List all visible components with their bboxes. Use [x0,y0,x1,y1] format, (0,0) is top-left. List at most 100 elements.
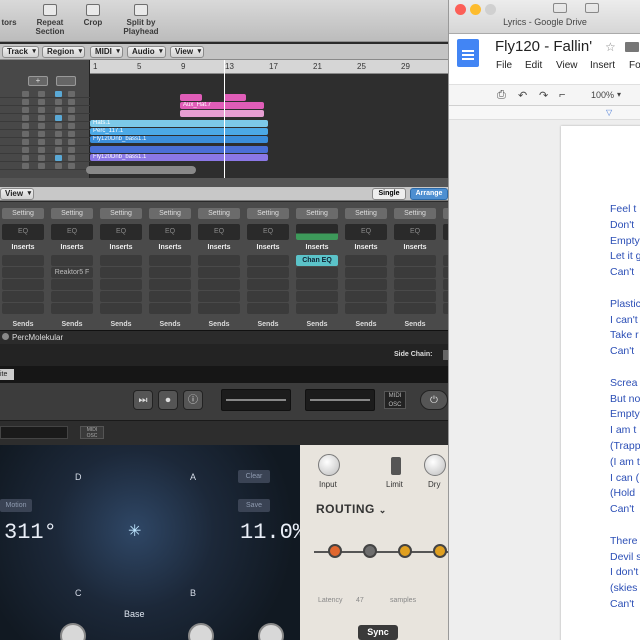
menu-edit[interactable]: Edit [525,60,542,71]
record-button[interactable] [55,155,62,161]
inserts-label[interactable]: Inserts [198,242,240,253]
insert-slot[interactable] [51,303,93,314]
eq-display[interactable]: EQ [247,224,289,240]
insert-slot[interactable] [51,291,93,302]
input-monitor-button[interactable] [68,163,75,169]
region-hats[interactable]: Hats.1 [90,120,268,127]
region-menu[interactable]: Region [42,46,86,58]
insert-slot[interactable] [394,267,436,278]
share-icon[interactable] [553,3,567,13]
audio-menu[interactable]: Audio [127,46,166,58]
sync-button[interactable]: Sync [358,625,398,640]
sends-label[interactable]: Sends [198,319,240,330]
eq-display[interactable]: EQ [394,224,436,240]
solo-button[interactable] [38,107,45,113]
insert-chan-eq[interactable]: Chan EQ [296,255,338,266]
insert-slot[interactable] [2,303,44,314]
solo-button[interactable] [38,115,45,121]
insert-slot[interactable] [2,255,44,266]
close-icon[interactable] [455,4,466,15]
input-knob[interactable] [318,454,340,476]
sends-label[interactable]: Sends [149,319,191,330]
document-title[interactable]: Fly120 - Fallin' [495,38,592,55]
insert-slot[interactable] [2,267,44,278]
insert-slot[interactable] [345,255,387,266]
insert-slot[interactable] [100,303,142,314]
setting-button[interactable]: Setting [149,208,191,219]
record-button[interactable] [55,139,62,145]
solo-button[interactable] [38,155,45,161]
view-menu[interactable]: View [170,46,205,58]
level-meter[interactable] [305,389,375,411]
solo-button[interactable] [38,131,45,137]
inserts-label[interactable]: Inserts [2,242,44,253]
routing-node[interactable] [398,544,412,558]
solo-button[interactable] [38,99,45,105]
inserts-label[interactable]: Inserts [51,242,93,253]
insert-reaktor[interactable]: Reaktor5 F [51,267,93,278]
track-header[interactable] [0,162,90,170]
clear-button[interactable]: Clear [238,470,270,483]
solo-button[interactable] [38,123,45,129]
setting-button[interactable]: Setting [394,208,436,219]
track-header[interactable] [0,106,90,114]
insert-slot[interactable] [345,279,387,290]
power-icon[interactable] [2,333,9,340]
zoom-icon[interactable] [485,4,496,15]
level-meter[interactable] [221,389,291,411]
insert-slot[interactable] [394,279,436,290]
sends-label[interactable]: Sends [51,319,93,330]
mute-button[interactable] [22,91,29,97]
solo-button[interactable] [38,147,45,153]
eq-display[interactable]: EQ [2,224,44,240]
mute-button[interactable] [22,155,29,161]
insert-slot[interactable] [247,255,289,266]
insert-slot[interactable] [100,279,142,290]
indent-marker-icon[interactable]: ▽ [606,108,612,117]
mute-button[interactable] [22,131,29,137]
record-button[interactable] [55,115,62,121]
insert-slot[interactable] [345,267,387,278]
record-button[interactable] [55,91,62,97]
solo-button[interactable] [38,91,45,97]
folder-icon[interactable] [625,42,639,52]
record-button[interactable] [55,107,62,113]
sends-label[interactable]: Sends [394,319,436,330]
insert-slot[interactable] [198,303,240,314]
bar-ruler[interactable]: 1 5 9 13 17 21 25 29 [90,60,448,74]
menu-file[interactable]: File [496,60,512,71]
insert-slot[interactable] [394,255,436,266]
insert-slot[interactable] [198,255,240,266]
routing-title[interactable]: ROUTING ⌄ [316,502,387,516]
sends-label[interactable]: Sends [345,319,387,330]
horizontal-scrollbar[interactable] [86,166,196,174]
insert-slot[interactable] [296,303,338,314]
insert-slot[interactable] [247,279,289,290]
tabs-icon[interactable] [585,3,599,13]
input-monitor-button[interactable] [68,139,75,145]
input-monitor-button[interactable] [68,91,75,97]
track-header[interactable] [0,98,90,106]
mute-button[interactable] [22,99,29,105]
insert-slot[interactable] [100,291,142,302]
region-aux-hat[interactable]: Aux_Hat.7 [180,102,264,109]
track-header[interactable] [0,90,90,98]
insert-slot[interactable] [149,303,191,314]
mute-button[interactable] [22,139,29,145]
setting-button[interactable]: Setting [2,208,44,219]
mute-button[interactable] [22,163,29,169]
eq-display[interactable]: EQ [100,224,142,240]
setting-button[interactable]: Setting [51,208,93,219]
menu-view[interactable]: View [556,60,578,71]
eq-display[interactable]: EQ [345,224,387,240]
track-header[interactable] [0,130,90,138]
toolbar-editors[interactable]: tors [0,4,18,27]
region-block[interactable] [180,94,202,101]
insert-slot[interactable] [198,291,240,302]
track-menu[interactable]: Track [2,46,39,58]
routing-node[interactable] [433,544,447,558]
motion-button[interactable]: Motion [0,499,32,512]
eq-display[interactable]: EQ [51,224,93,240]
eq-display[interactable]: EQ [149,224,191,240]
input-monitor-button[interactable] [68,147,75,153]
